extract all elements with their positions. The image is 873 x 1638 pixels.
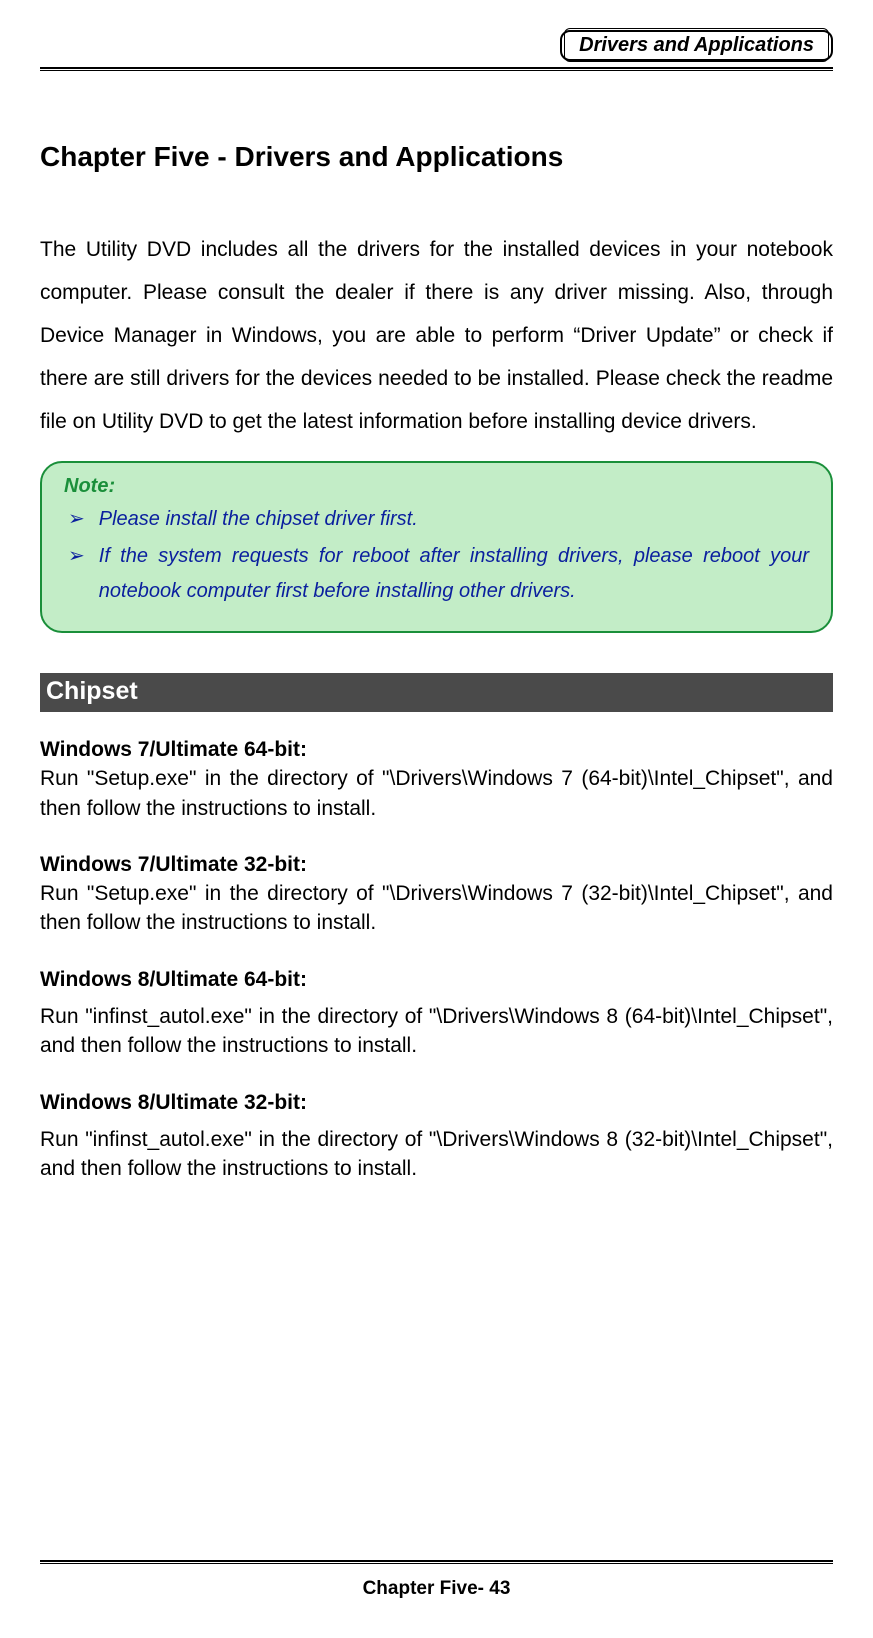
footer-section: Chapter Five- 43 bbox=[40, 1560, 833, 1600]
header-section: Drivers and Applications bbox=[40, 30, 833, 61]
triangle-right-icon: ➢ bbox=[68, 539, 85, 609]
header-rule bbox=[40, 67, 833, 71]
page-content: Drivers and Applications Chapter Five - … bbox=[0, 0, 873, 1183]
header-badge-text: Drivers and Applications bbox=[564, 28, 829, 62]
note-item-text: Please install the chipset driver first. bbox=[99, 502, 418, 537]
driver-block: Windows 7/Ultimate 64-bit: Run "Setup.ex… bbox=[40, 738, 833, 823]
footer-text: Chapter Five- 43 bbox=[40, 1578, 833, 1600]
driver-text: Run "Setup.exe" in the directory of "\Dr… bbox=[40, 879, 833, 938]
driver-heading: Windows 8/Ultimate 64-bit: bbox=[40, 968, 833, 992]
footer-rule bbox=[40, 1560, 833, 1564]
note-box: Note: ➢ Please install the chipset drive… bbox=[40, 461, 833, 633]
header-badge: Drivers and Applications bbox=[560, 30, 833, 61]
driver-heading: Windows 7/Ultimate 64-bit: bbox=[40, 738, 833, 762]
note-item: ➢ Please install the chipset driver firs… bbox=[64, 502, 809, 537]
driver-heading: Windows 8/Ultimate 32-bit: bbox=[40, 1091, 833, 1115]
chapter-title: Chapter Five - Drivers and Applications bbox=[40, 141, 833, 173]
driver-block: Windows 8/Ultimate 64-bit: Run "infinst_… bbox=[40, 968, 833, 1061]
section-heading-chipset: Chipset bbox=[40, 673, 833, 712]
intro-paragraph: The Utility DVD includes all the drivers… bbox=[40, 228, 833, 443]
driver-text: Run "infinst_autol.exe" in the directory… bbox=[40, 1125, 833, 1184]
triangle-right-icon: ➢ bbox=[68, 502, 85, 537]
note-label: Note: bbox=[64, 475, 809, 498]
driver-block: Windows 7/Ultimate 32-bit: Run "Setup.ex… bbox=[40, 853, 833, 938]
driver-heading: Windows 7/Ultimate 32-bit: bbox=[40, 853, 833, 877]
driver-block: Windows 8/Ultimate 32-bit: Run "infinst_… bbox=[40, 1091, 833, 1184]
driver-text: Run "infinst_autol.exe" in the directory… bbox=[40, 1002, 833, 1061]
note-item: ➢ If the system requests for reboot afte… bbox=[64, 539, 809, 609]
driver-text: Run "Setup.exe" in the directory of "\Dr… bbox=[40, 764, 833, 823]
note-item-text: If the system requests for reboot after … bbox=[99, 539, 809, 609]
